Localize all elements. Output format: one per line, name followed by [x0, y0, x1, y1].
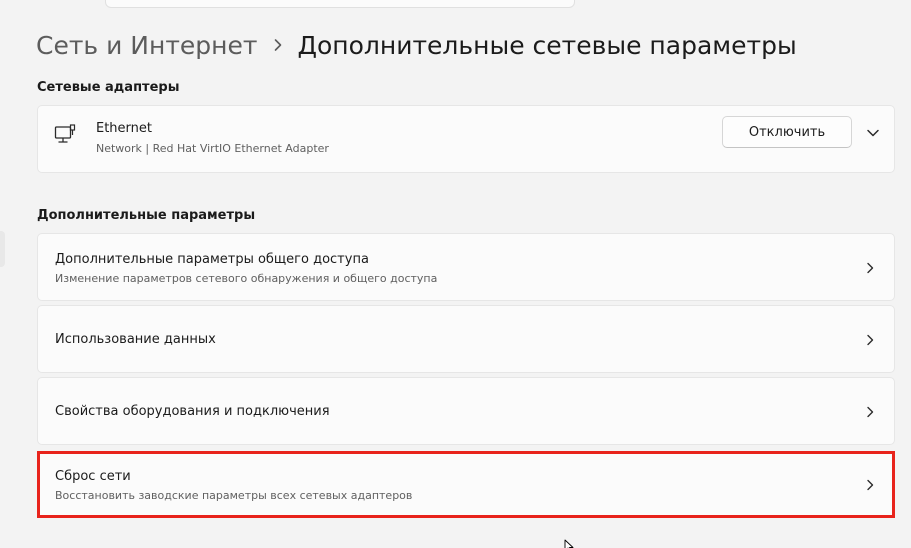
nav-pane-edge [0, 231, 5, 267]
page-title: Дополнительные сетевые параметры [297, 30, 797, 60]
search-box[interactable] [105, 0, 575, 8]
breadcrumb-parent[interactable]: Сеть и Интернет [36, 31, 257, 60]
disable-adapter-button[interactable]: Отключить [722, 116, 852, 148]
mouse-cursor-icon [564, 539, 574, 548]
network-reset-item[interactable]: Сброс сети Восстановить заводские параме… [37, 451, 895, 518]
item-title: Сброс сети [55, 469, 131, 484]
chevron-right-icon [867, 479, 874, 491]
item-title: Свойства оборудования и подключения [55, 404, 330, 419]
item-subtitle: Изменение параметров сетевого обнаружени… [55, 272, 438, 285]
advanced-sharing-settings-item[interactable]: Дополнительные параметры общего доступа … [37, 233, 895, 301]
chevron-right-icon [867, 262, 874, 274]
chevron-right-icon [867, 334, 874, 346]
section-title-more-settings: Дополнительные параметры [37, 208, 256, 223]
ethernet-adapter-icon [54, 124, 76, 148]
settings-page: Сеть и Интернет Дополнительные сетевые п… [0, 0, 911, 548]
adapter-card-ethernet: Ethernet Network | Red Hat VirtIO Ethern… [37, 105, 895, 173]
breadcrumb: Сеть и Интернет Дополнительные сетевые п… [36, 25, 797, 65]
item-title: Дополнительные параметры общего доступа [55, 252, 369, 267]
data-usage-item[interactable]: Использование данных [37, 305, 895, 373]
expand-chevron-down-icon[interactable] [856, 120, 890, 146]
item-subtitle: Восстановить заводские параметры всех се… [55, 489, 413, 502]
adapter-description: Network | Red Hat VirtIO Ethernet Adapte… [96, 142, 329, 155]
adapter-name: Ethernet [96, 121, 152, 136]
section-title-adapters: Сетевые адаптеры [37, 80, 180, 95]
hardware-connection-properties-item[interactable]: Свойства оборудования и подключения [37, 377, 895, 445]
chevron-right-icon [867, 406, 874, 418]
breadcrumb-chevron-icon [273, 38, 283, 52]
item-title: Использование данных [55, 332, 216, 347]
